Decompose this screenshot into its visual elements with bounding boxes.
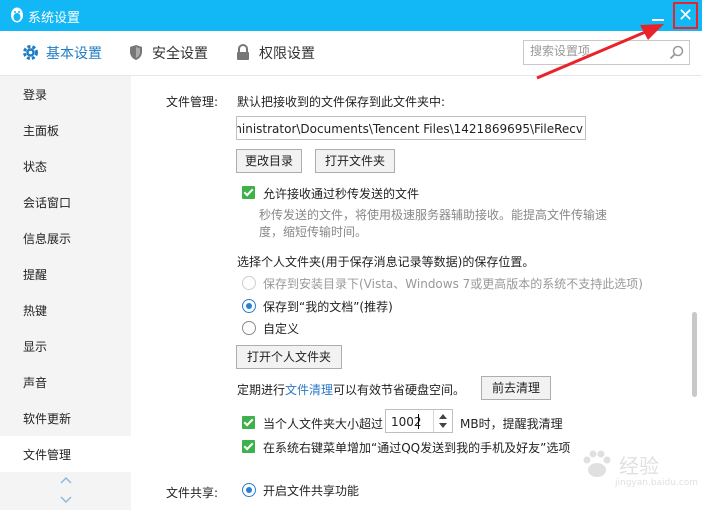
sidebar-item-label: 登录: [23, 88, 48, 102]
size-limit-value: 1002: [391, 415, 422, 429]
sidebar-item-status[interactable]: 状态: [0, 148, 131, 184]
content-scrollbar[interactable]: [692, 312, 697, 397]
personal-folder-label: 选择个人文件夹(用于保存消息记录等数据)的保存位置。: [237, 255, 535, 269]
gear-icon: [23, 45, 38, 60]
minimize-button[interactable]: [648, 4, 668, 26]
file-cleanup-link[interactable]: 文件清理: [285, 383, 333, 397]
stepper-arrows[interactable]: [433, 410, 452, 432]
shield-icon: [130, 45, 142, 60]
save-path-field[interactable]: dministrator\Documents\Tencent Files\142…: [236, 116, 586, 140]
cleanup-text: 定期进行文件清理可以有效节省硬盘空间。: [237, 381, 465, 398]
sidebar-item-label: 提醒: [23, 268, 48, 282]
chevron-down-icon: [60, 496, 72, 504]
sidebar-item-label: 声音: [23, 376, 48, 390]
settings-toolbar: 基本设置 安全设置 权限设置: [0, 31, 702, 76]
allow-fast-transfer-label: 允许接收通过秒传发送的文件: [263, 187, 420, 201]
settings-sidebar: 登录 主面板 状态 会话窗口 信息展示 提醒 热键 显示 声音 软件更新 文件管…: [0, 76, 131, 510]
baidu-jingyan-watermark: 经验 jingyan.baidu.com: [577, 438, 699, 498]
sidebar-item-software-update[interactable]: 软件更新: [0, 400, 131, 436]
window-title: 系统设置: [28, 11, 81, 26]
tab-label: 基本设置: [46, 46, 102, 62]
enable-sharing-label: 开启文件共享功能: [263, 484, 360, 498]
sidebar-item-label: 热键: [23, 304, 48, 318]
sidebar-item-chat-window[interactable]: 会话窗口: [0, 184, 131, 220]
section-label-file-sharing: 文件共享:: [166, 486, 219, 500]
sidebar-item-label: 显示: [23, 340, 48, 354]
context-menu-label: 在系统右键菜单增加“通过QQ发送到我的手机及好友”选项: [263, 441, 571, 455]
tab-label: 权限设置: [259, 46, 315, 62]
radio-enable-sharing[interactable]: [242, 483, 256, 497]
sidebar-scroll-arrows[interactable]: [0, 465, 131, 505]
sidebar-item-label: 会话窗口: [23, 196, 72, 210]
cleanup-suffix: 可以有效节省硬盘空间。: [333, 383, 466, 397]
go-cleanup-button[interactable]: 前去清理: [481, 376, 551, 400]
sidebar-item-sound[interactable]: 声音: [0, 364, 131, 400]
size-remind-checkbox[interactable]: [242, 416, 255, 429]
radio-my-documents[interactable]: [242, 299, 256, 313]
sidebar-item-label: 状态: [23, 160, 48, 174]
cleanup-prefix: 定期进行: [237, 383, 286, 397]
watermark-text: 经验: [619, 454, 659, 478]
radio-install-dir-label: 保存到安装目录下(Vista、Windows 7或更高版本的系统不支持此选项): [263, 277, 643, 291]
section-label-file-management: 文件管理:: [166, 95, 219, 109]
tab-permission-settings[interactable]: 权限设置: [235, 43, 315, 63]
sidebar-item-login[interactable]: 登录: [0, 76, 131, 112]
sidebar-item-reminders[interactable]: 提醒: [0, 256, 131, 292]
stepper-down-icon: [439, 423, 447, 428]
size-remind-label: 当个人文件夹大小超过: [263, 417, 384, 431]
change-directory-button[interactable]: 更改目录: [236, 149, 302, 173]
title-bar: 系统设置 ✕: [0, 0, 702, 31]
lock-icon: [237, 44, 249, 60]
search-icon[interactable]: [669, 45, 684, 60]
sidebar-item-info-display[interactable]: 信息展示: [0, 220, 131, 256]
watermark-subtext: jingyan.baidu.com: [615, 478, 699, 488]
search-input[interactable]: [530, 44, 660, 58]
fast-transfer-description-cont: 度，缩短传输时间。: [259, 225, 368, 239]
tab-label: 安全设置: [152, 46, 208, 62]
open-personal-folder-button[interactable]: 打开个人文件夹: [236, 345, 342, 369]
save-path-value: dministrator\Documents\Tencent Files\142…: [236, 122, 583, 136]
size-limit-stepper[interactable]: 1002: [385, 409, 453, 433]
size-unit-label: MB时，提醒我清理: [460, 417, 563, 431]
radio-custom-label: 自定义: [263, 322, 300, 336]
chevron-up-icon: [60, 476, 72, 484]
context-menu-checkbox[interactable]: [242, 440, 255, 453]
save-location-label: 默认把接收到的文件保存到此文件夹中:: [237, 95, 446, 109]
open-folder-button[interactable]: 打开文件夹: [315, 149, 395, 173]
stepper-up-icon: [439, 414, 447, 419]
radio-custom[interactable]: [242, 321, 256, 335]
tab-basic-settings[interactable]: 基本设置: [22, 43, 102, 63]
paw-logo-icon: [583, 450, 611, 477]
search-box[interactable]: [523, 40, 690, 65]
radio-install-dir[interactable]: [242, 276, 256, 290]
close-button[interactable]: ✕: [673, 2, 698, 29]
sidebar-item-hotkeys[interactable]: 热键: [0, 292, 131, 328]
qq-penguin-icon: [11, 7, 23, 23]
text-caret: [418, 414, 419, 429]
sidebar-item-label: 信息展示: [23, 232, 72, 246]
fast-transfer-description: 秒传发送的文件，将使用极速服务器辅助接收。能提高文件传输速: [259, 208, 608, 222]
sidebar-item-main-panel[interactable]: 主面板: [0, 112, 131, 148]
sidebar-item-label: 文件管理: [23, 448, 72, 462]
sidebar-item-display[interactable]: 显示: [0, 328, 131, 364]
allow-fast-transfer-checkbox[interactable]: [242, 186, 255, 199]
sidebar-item-label: 主面板: [23, 124, 60, 138]
sidebar-item-label: 软件更新: [23, 412, 72, 426]
radio-my-documents-label: 保存到“我的文档”(推荐): [263, 300, 393, 314]
tab-security-settings[interactable]: 安全设置: [128, 43, 208, 63]
